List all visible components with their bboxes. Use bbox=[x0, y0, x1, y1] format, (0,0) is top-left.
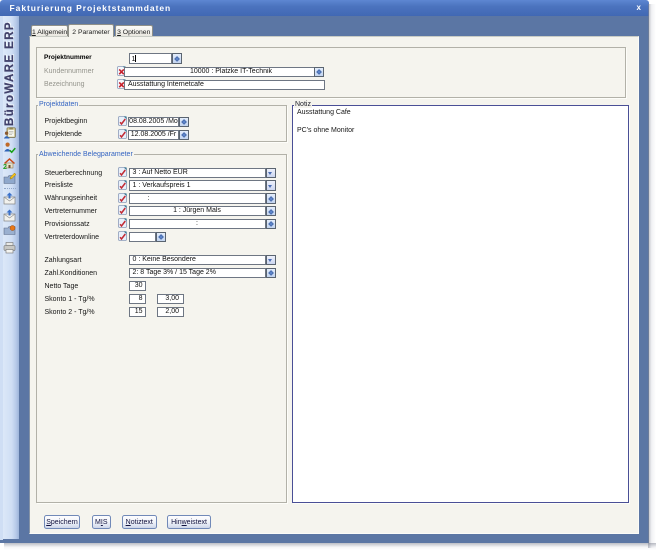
svg-text:2: 2 bbox=[3, 164, 7, 170]
